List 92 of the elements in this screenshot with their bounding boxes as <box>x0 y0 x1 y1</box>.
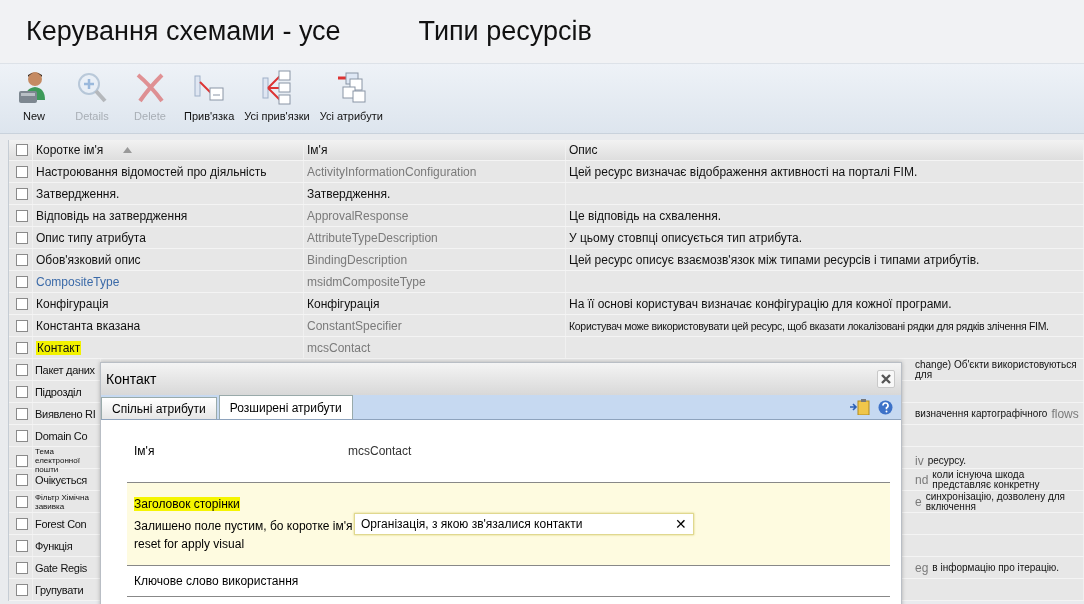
paste-icon[interactable] <box>850 399 870 415</box>
checkbox[interactable] <box>16 297 28 310</box>
toolbar-button[interactable]: Усі прив'язки <box>242 68 312 124</box>
table-cell: ApprovalResponse <box>307 208 409 223</box>
table-cell: Підрозділ <box>35 385 82 398</box>
checkbox[interactable] <box>16 473 28 486</box>
checkbox[interactable] <box>16 144 28 156</box>
checkbox[interactable] <box>16 539 28 552</box>
checkbox[interactable] <box>16 407 28 420</box>
checkbox[interactable] <box>16 209 28 222</box>
table-cell-text: Тема електронної пошти <box>35 447 81 474</box>
table-cell: BindingDescription <box>307 252 408 267</box>
checkbox[interactable] <box>16 495 28 508</box>
table-cell-text: change) Об'єкти використовуються для <box>915 359 1078 380</box>
table-cell: nd <box>915 474 929 485</box>
table-cell: ресурсу. <box>927 455 967 466</box>
table-cell: У цьому стовпці описується тип атрибута. <box>569 230 803 245</box>
table-cell: Групувати <box>35 583 84 596</box>
table-cell: Пакет даних <box>35 363 95 376</box>
table-cell: Обов'язковий опис <box>36 252 141 267</box>
table-cell: Відповідь на затвердження <box>36 208 188 223</box>
table-cell: Forest Con <box>35 517 87 530</box>
checkbox[interactable] <box>16 319 28 332</box>
links-icon <box>260 70 294 106</box>
field-value: mcsContact <box>348 444 412 458</box>
checkbox[interactable] <box>16 583 28 596</box>
table-cell: Настроювання відомостей про діяльність <box>36 164 267 179</box>
table-cell: Очікується <box>35 473 87 486</box>
table-cell: Виявлено RI <box>35 407 96 420</box>
column-header[interactable]: Коротке ім'я <box>33 140 304 160</box>
table-cell: Gate Regis <box>35 561 88 574</box>
page-title: Керування схемами - усе <box>26 16 341 47</box>
table-cell: Контакт <box>36 340 82 355</box>
checkbox[interactable] <box>16 341 28 354</box>
tab[interactable]: Розширені атрибути <box>218 395 353 419</box>
checkbox[interactable] <box>16 454 28 467</box>
table-cell: Опис типу атрибута <box>36 230 146 245</box>
table-cell: mcsContact <box>307 340 371 355</box>
close-button[interactable] <box>877 370 895 388</box>
table-cell: msidmCompositeType <box>307 274 426 289</box>
table-cell: flows <box>1051 408 1079 419</box>
table-cell: eg <box>915 562 929 573</box>
checkbox[interactable] <box>16 429 28 442</box>
toolbar-button[interactable]: Прив'язка <box>182 68 237 124</box>
table-cell-text: синхронізацію, дозволену для включення <box>925 491 1066 512</box>
table-cell: AttributeTypeDescription <box>307 230 438 245</box>
table-cell: Користувач може використовувати цей ресурс, щоб вказати локалізовані рядки для рядків злічення FIM. <box>569 319 1049 332</box>
checkbox[interactable] <box>16 275 28 288</box>
checkbox[interactable] <box>16 253 28 266</box>
close-icon <box>881 374 891 384</box>
table-cell: визначення картографічного <box>915 408 1048 419</box>
checkbox[interactable] <box>16 231 28 244</box>
checkbox[interactable] <box>16 187 28 200</box>
table-cell: Затвердження. <box>36 186 120 201</box>
field-hint: Залишено поле пустим, бо коротке ім'я <box>134 519 354 533</box>
help-icon[interactable] <box>878 399 893 415</box>
table-cell: Константа вказана <box>36 318 141 333</box>
table-cell: Domain Co <box>35 429 88 442</box>
link[interactable]: CompositeType <box>36 274 120 289</box>
page-subtitle: Типи ресурсів <box>418 16 592 47</box>
tab[interactable]: Спільні атрибути <box>101 397 217 419</box>
checkbox[interactable] <box>16 561 28 574</box>
field-hint: reset for apply visual <box>134 537 246 551</box>
toolbar-button[interactable]: New <box>8 68 60 124</box>
text-field[interactable]: Організація, з якою зв'язалися контакти ✕ <box>354 513 694 535</box>
table-cell: Функція <box>35 539 73 552</box>
checkbox[interactable] <box>16 385 28 398</box>
dialog-title: Контакт <box>106 371 157 387</box>
checkbox[interactable] <box>16 165 28 178</box>
table-cell: Конфігурація <box>36 296 109 311</box>
table-cell-text: Фільтр Хімічна завивка <box>35 492 90 511</box>
toolbar-button[interactable]: Усі атрибути <box>317 68 385 124</box>
field-label: Ключове слово використання <box>134 574 299 588</box>
field-label: Ім'я <box>134 444 156 458</box>
table-cell: ConstantSpecifier <box>307 318 402 333</box>
table-cell: в інформацію про ітерацію. <box>932 562 1060 573</box>
clear-button[interactable]: ✕ <box>675 516 687 532</box>
checkbox[interactable] <box>16 363 28 376</box>
table-cell: e <box>915 496 922 507</box>
table-cell: ActivityInformationConfiguration <box>307 164 477 179</box>
checkbox[interactable] <box>16 517 28 530</box>
column-header[interactable]: Опис <box>566 140 1084 160</box>
table-cell: Цей ресурс описує взаємозв'язок між типами ресурсів і типами атрибутів. <box>569 252 980 267</box>
table-cell: Конфігурація <box>307 296 380 311</box>
column-header[interactable]: Ім'я <box>304 140 566 160</box>
table-cell: iv <box>915 455 924 466</box>
field-label: Заголовок сторінки <box>134 497 240 511</box>
table-cell: Це відповідь на схвалення. <box>569 208 722 223</box>
table-cell: Цей ресурс визначає відображення активності на порталі FIM. <box>569 164 918 179</box>
table-cell: Затвердження. <box>307 186 391 201</box>
sort-ascending-icon <box>123 147 133 153</box>
table-cell: На її основі користувач визначає конфігурацію для кожної програми. <box>569 296 952 311</box>
